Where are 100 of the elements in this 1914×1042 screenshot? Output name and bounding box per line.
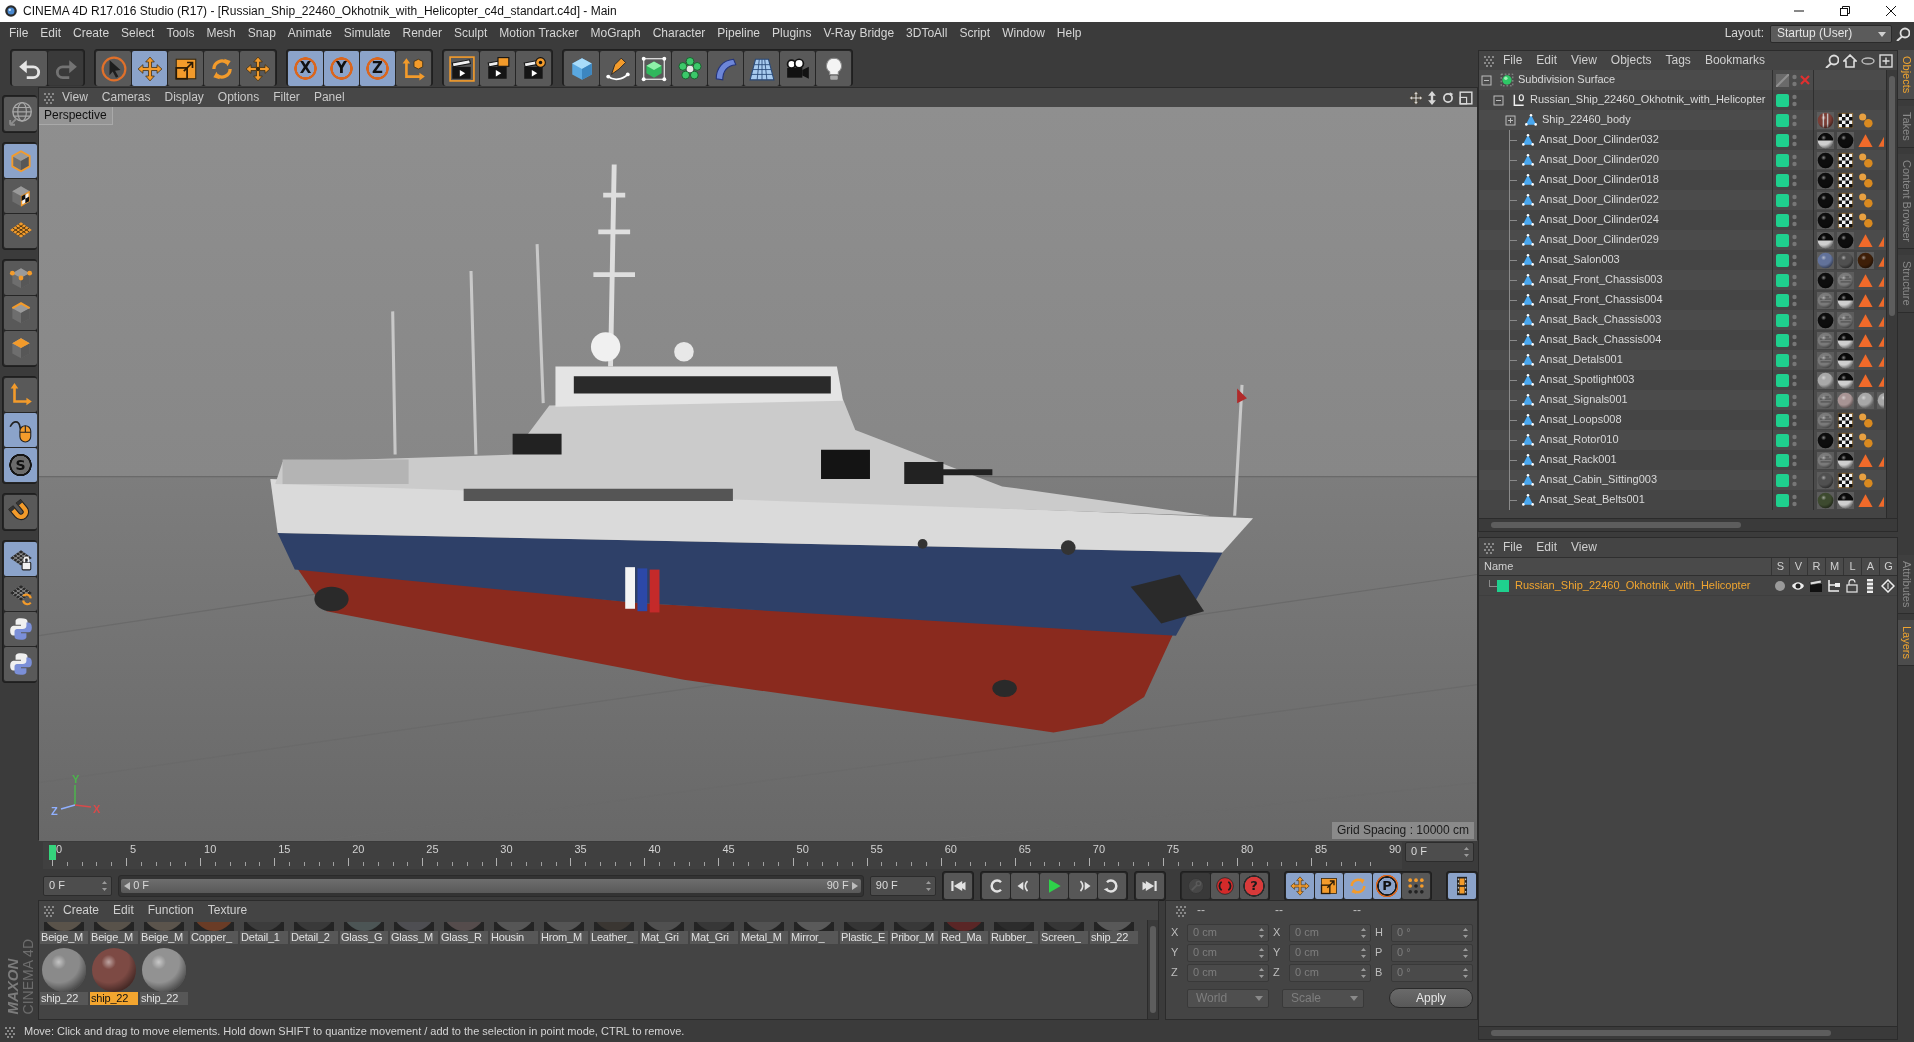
- material-swatch-icon[interactable]: [344, 922, 384, 931]
- menu-item[interactable]: Window: [996, 22, 1051, 45]
- lock-icon[interactable]: [1845, 578, 1859, 593]
- menu-item[interactable]: Select: [115, 22, 161, 45]
- circle-icon[interactable]: [1773, 578, 1787, 593]
- material-swatch-icon[interactable]: [294, 922, 334, 931]
- up-down-arrow-icon[interactable]: [1427, 90, 1437, 105]
- home-icon[interactable]: [1843, 53, 1857, 68]
- material-name[interactable]: Red_Ma: [940, 931, 988, 944]
- material-name[interactable]: Housin: [490, 931, 538, 944]
- play-button[interactable]: [1040, 872, 1068, 899]
- menu-item[interactable]: Function: [141, 901, 200, 920]
- material-swatch-icon[interactable]: [1044, 922, 1084, 931]
- menu-item[interactable]: Plugins: [766, 22, 818, 45]
- start-frame-field[interactable]: 0 F: [43, 875, 113, 896]
- spinner-icon[interactable]: [1463, 846, 1470, 858]
- material-name[interactable]: ship_22: [40, 992, 88, 1005]
- render-view-button[interactable]: [444, 51, 479, 86]
- subdivision-button[interactable]: [636, 51, 671, 86]
- menu-item[interactable]: Options: [210, 88, 267, 107]
- points-mode-button[interactable]: [4, 261, 37, 295]
- menu-item[interactable]: Cameras: [94, 88, 158, 107]
- menu-item[interactable]: File: [1497, 538, 1529, 557]
- menu-item[interactable]: 3DToAll: [900, 22, 954, 45]
- material-swatch-icon[interactable]: [144, 922, 184, 931]
- end-frame-field[interactable]: 90 F: [869, 875, 936, 896]
- material-name[interactable]: Mat_Gri: [640, 931, 688, 944]
- menu-item[interactable]: Sculpt: [447, 22, 494, 45]
- scale-tool-button[interactable]: [1315, 872, 1343, 899]
- scrollbar[interactable]: [1479, 1026, 1897, 1039]
- caret-left-icon[interactable]: [124, 881, 131, 890]
- autokey-button[interactable]: [1211, 872, 1239, 899]
- material-name[interactable]: Detail_2: [290, 931, 338, 944]
- maximize-icon[interactable]: [1459, 90, 1473, 105]
- layer-swatch-icon[interactable]: [1497, 579, 1509, 592]
- material-swatch-icon[interactable]: [644, 922, 684, 931]
- cube-button[interactable]: [564, 51, 599, 86]
- menu-item[interactable]: View: [1565, 51, 1603, 70]
- caret-right-icon[interactable]: [851, 881, 858, 890]
- scrollbar[interactable]: [1147, 920, 1158, 1019]
- menu-item[interactable]: Objects: [1604, 51, 1658, 70]
- menu-item[interactable]: Mesh: [200, 22, 242, 45]
- material-name[interactable]: Metal_M: [740, 931, 788, 944]
- menu-item[interactable]: Motion Tracker: [493, 22, 585, 45]
- menu-item[interactable]: View: [55, 88, 95, 107]
- menu-item[interactable]: Create: [57, 901, 106, 920]
- coordinate-system-button[interactable]: [396, 51, 431, 86]
- material-swatch-icon[interactable]: [1094, 922, 1134, 931]
- material-name[interactable]: Leather_: [590, 931, 638, 944]
- axis-lock-button[interactable]: Z: [360, 51, 395, 86]
- menu-item[interactable]: Snap: [241, 22, 282, 45]
- camera-button[interactable]: [780, 51, 815, 86]
- axis-lock-button[interactable]: Y: [324, 51, 359, 86]
- parameter-key-button[interactable]: P: [1373, 872, 1401, 899]
- grip-icon[interactable]: [43, 91, 55, 104]
- menu-item[interactable]: Character: [646, 22, 712, 45]
- menu-item[interactable]: MoGraph: [584, 22, 647, 45]
- polygons-mode-button[interactable]: [4, 331, 37, 365]
- hierarchy-icon[interactable]: [1827, 578, 1841, 593]
- material-name[interactable]: Rubber_: [990, 931, 1038, 944]
- pen-button[interactable]: [600, 51, 635, 86]
- side-tab[interactable]: Objects: [1898, 50, 1914, 101]
- column-header[interactable]: V: [1789, 558, 1807, 575]
- help-button[interactable]: ?: [1240, 872, 1268, 899]
- menu-item[interactable]: Bookmarks: [1698, 51, 1771, 70]
- material-swatch-icon[interactable]: [594, 922, 634, 931]
- material-name[interactable]: Detail_1: [240, 931, 288, 944]
- material-name[interactable]: Glass_R: [440, 931, 488, 944]
- grip-icon[interactable]: [4, 1026, 16, 1038]
- column-header[interactable]: L: [1843, 558, 1861, 575]
- material-swatch-icon[interactable]: [94, 922, 134, 931]
- material-swatch-icon[interactable]: [444, 922, 484, 931]
- menu-item[interactable]: File: [1497, 51, 1529, 70]
- menu-item[interactable]: Edit: [1530, 51, 1564, 70]
- scrollbar[interactable]: [1479, 518, 1897, 531]
- render-settings-button[interactable]: [516, 51, 551, 86]
- material-name[interactable]: Screen_: [1040, 931, 1088, 944]
- search-icon[interactable]: [1896, 26, 1910, 41]
- grip-icon[interactable]: [1483, 541, 1495, 554]
- material-swatch-icon[interactable]: [194, 922, 234, 931]
- previous-frame-button[interactable]: [1011, 872, 1039, 899]
- menu-item[interactable]: View: [1565, 538, 1603, 557]
- material-name[interactable]: Pribor_M: [890, 931, 938, 944]
- spinner-icon[interactable]: [101, 879, 109, 892]
- oval-icon[interactable]: [1861, 56, 1875, 65]
- menu-item[interactable]: Script: [953, 22, 997, 45]
- material-name[interactable]: Hrom_M: [540, 931, 588, 944]
- spinner-icon[interactable]: [925, 879, 932, 892]
- side-tab[interactable]: Layers: [1898, 620, 1914, 667]
- menu-item[interactable]: Create: [67, 22, 116, 45]
- python-button[interactable]: [4, 647, 37, 681]
- model-mode-button[interactable]: [4, 144, 37, 178]
- material-swatch-icon[interactable]: [794, 922, 834, 931]
- menu-item[interactable]: Pipeline: [711, 22, 767, 45]
- material-name[interactable]: Mirror_: [790, 931, 838, 944]
- clapperboard-icon[interactable]: [1809, 578, 1823, 593]
- material-swatch-icon[interactable]: [944, 922, 984, 931]
- grip-icon[interactable]: [43, 904, 55, 917]
- material-name[interactable]: ship_22: [90, 992, 138, 1005]
- layer-name[interactable]: Russian_Ship_22460_Okhotnik_with_Helicopter: [1515, 578, 1751, 593]
